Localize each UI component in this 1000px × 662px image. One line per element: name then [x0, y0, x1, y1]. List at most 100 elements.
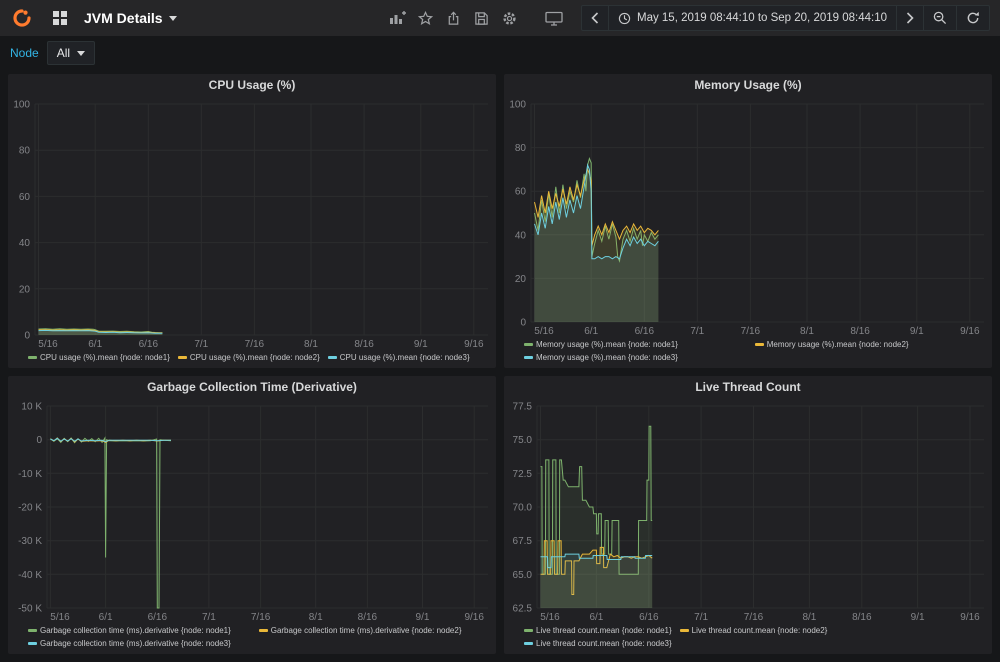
- chart-canvas[interactable]: 0204060801005/166/16/167/17/168/18/169/1…: [8, 96, 496, 351]
- chevron-left-icon: [591, 12, 599, 24]
- svg-text:100: 100: [509, 100, 526, 111]
- time-range-label: May 15, 2019 08:44:10 to Sep 20, 2019 08…: [637, 12, 887, 24]
- chart-canvas[interactable]: 10 K0-10 K-20 K-30 K-40 K-50 K5/166/16/1…: [8, 398, 496, 624]
- svg-text:8/1: 8/1: [304, 339, 318, 350]
- time-range-button[interactable]: May 15, 2019 08:44:10 to Sep 20, 2019 08…: [608, 5, 897, 31]
- chart-plot[interactable]: 10 K0-10 K-20 K-30 K-40 K-50 K5/166/16/1…: [8, 398, 496, 624]
- svg-text:100: 100: [13, 100, 30, 111]
- svg-text:0: 0: [520, 318, 526, 329]
- legend-item[interactable]: Garbage collection time (ms).derivative …: [28, 624, 251, 637]
- svg-text:5/16: 5/16: [50, 612, 70, 623]
- svg-text:80: 80: [19, 146, 31, 157]
- svg-text:67.5: 67.5: [513, 536, 533, 547]
- time-shift-forward-button[interactable]: [896, 5, 924, 31]
- zoom-out-button[interactable]: [923, 5, 957, 31]
- svg-text:62.5: 62.5: [513, 604, 533, 615]
- chevron-right-icon: [906, 12, 914, 24]
- svg-text:6/1: 6/1: [88, 339, 102, 350]
- svg-text:9/16: 9/16: [960, 326, 980, 337]
- svg-text:-40 K: -40 K: [18, 570, 42, 581]
- svg-text:72.5: 72.5: [513, 469, 533, 480]
- svg-text:20: 20: [19, 284, 31, 295]
- svg-text:6/1: 6/1: [99, 612, 113, 623]
- series-color-marker: [328, 356, 337, 359]
- series-color-marker: [28, 629, 37, 632]
- panel-live-thread-count: Live Thread Count 62.565.067.570.072.575…: [504, 376, 992, 654]
- legend-item[interactable]: Live thread count.mean {node: node2}: [680, 624, 828, 637]
- svg-text:6/1: 6/1: [589, 612, 603, 623]
- series-label: Live thread count.mean {node: node3}: [536, 637, 672, 650]
- svg-text:70.0: 70.0: [513, 503, 533, 514]
- svg-text:-20 K: -20 K: [18, 503, 42, 514]
- time-controls: May 15, 2019 08:44:10 to Sep 20, 2019 08…: [582, 5, 990, 31]
- share-dashboard-button[interactable]: [440, 5, 468, 31]
- variable-label: Node: [10, 46, 39, 60]
- variable-value-dropdown[interactable]: All: [47, 41, 95, 65]
- panel-legend: CPU usage (%).mean {node: node1} CPU usag…: [8, 351, 496, 368]
- panel-title[interactable]: CPU Usage (%): [8, 74, 496, 96]
- dashboard-settings-button[interactable]: [496, 5, 524, 31]
- svg-text:75.0: 75.0: [513, 435, 533, 446]
- svg-text:8/16: 8/16: [358, 612, 378, 623]
- panel-memory-usage: Memory Usage (%) 0204060801005/166/16/16…: [504, 74, 992, 368]
- legend-item[interactable]: Garbage collection time (ms).derivative …: [259, 624, 482, 637]
- legend-item[interactable]: Memory usage (%).mean {node: node3}: [524, 351, 747, 364]
- svg-text:9/16: 9/16: [960, 612, 980, 623]
- chart-plot[interactable]: 0204060801005/166/16/167/17/168/18/169/1…: [504, 96, 992, 338]
- legend-item[interactable]: CPU usage (%).mean {node: node2}: [178, 351, 320, 364]
- grafana-logo[interactable]: [8, 5, 36, 31]
- svg-text:60: 60: [515, 187, 527, 198]
- panel-title[interactable]: Memory Usage (%): [504, 74, 992, 96]
- tv-mode-button[interactable]: [540, 5, 568, 31]
- variable-value: All: [57, 46, 70, 60]
- add-panel-icon: [389, 10, 407, 26]
- dashboards-grid-icon[interactable]: [46, 5, 74, 31]
- chart-canvas[interactable]: 62.565.067.570.072.575.077.55/166/16/167…: [504, 398, 992, 624]
- series-label: Garbage collection time (ms).derivative …: [271, 624, 462, 637]
- grafana-logo-icon: [12, 8, 32, 28]
- series-label: CPU usage (%).mean {node: node2}: [190, 351, 320, 364]
- chart-plot[interactable]: 0204060801005/166/16/167/17/168/18/169/1…: [8, 96, 496, 351]
- svg-text:7/1: 7/1: [694, 612, 708, 623]
- legend-item[interactable]: Memory usage (%).mean {node: node1}: [524, 338, 747, 351]
- svg-text:6/1: 6/1: [584, 326, 598, 337]
- chart-plot[interactable]: 62.565.067.570.072.575.077.55/166/16/167…: [504, 398, 992, 624]
- svg-text:9/1: 9/1: [414, 339, 428, 350]
- legend-item[interactable]: Live thread count.mean {node: node3}: [524, 637, 672, 650]
- svg-text:6/16: 6/16: [148, 612, 168, 623]
- panel-legend: Live thread count.mean {node: node1}Live…: [504, 624, 992, 654]
- svg-text:9/1: 9/1: [416, 612, 430, 623]
- legend-item[interactable]: Garbage collection time (ms).derivative …: [28, 637, 251, 650]
- series-color-marker: [680, 629, 689, 632]
- navbar: JVM Details: [0, 0, 1000, 36]
- svg-text:77.5: 77.5: [513, 402, 533, 413]
- svg-text:8/16: 8/16: [852, 612, 872, 623]
- chart-canvas[interactable]: 0204060801005/166/16/167/17/168/18/169/1…: [504, 96, 992, 338]
- legend-item[interactable]: CPU usage (%).mean {node: node1}: [28, 351, 170, 364]
- star-dashboard-button[interactable]: [412, 5, 440, 31]
- svg-text:5/16: 5/16: [534, 326, 554, 337]
- svg-text:7/1: 7/1: [202, 612, 216, 623]
- refresh-button[interactable]: [956, 5, 990, 31]
- dashboard-title-dropdown[interactable]: JVM Details: [84, 10, 177, 26]
- legend-item[interactable]: CPU usage (%).mean {node: node3}: [328, 351, 470, 364]
- svg-text:5/16: 5/16: [540, 612, 560, 623]
- svg-text:7/16: 7/16: [741, 326, 761, 337]
- svg-text:7/16: 7/16: [251, 612, 271, 623]
- time-shift-back-button[interactable]: [581, 5, 609, 31]
- legend-item[interactable]: Live thread count.mean {node: node1}: [524, 624, 672, 637]
- panel-title[interactable]: Live Thread Count: [504, 376, 992, 398]
- svg-text:8/1: 8/1: [309, 612, 323, 623]
- add-panel-button[interactable]: [384, 5, 412, 31]
- svg-text:7/1: 7/1: [194, 339, 208, 350]
- svg-text:9/1: 9/1: [910, 326, 924, 337]
- panel-title[interactable]: Garbage Collection Time (Derivative): [8, 376, 496, 398]
- svg-text:7/16: 7/16: [245, 339, 265, 350]
- chevron-down-icon: [169, 16, 177, 21]
- svg-text:-30 K: -30 K: [18, 536, 42, 547]
- svg-text:6/16: 6/16: [139, 339, 159, 350]
- svg-text:6/16: 6/16: [635, 326, 655, 337]
- legend-item[interactable]: Memory usage (%).mean {node: node2}: [755, 338, 978, 351]
- series-label: Garbage collection time (ms).derivative …: [40, 637, 231, 650]
- save-dashboard-button[interactable]: [468, 5, 496, 31]
